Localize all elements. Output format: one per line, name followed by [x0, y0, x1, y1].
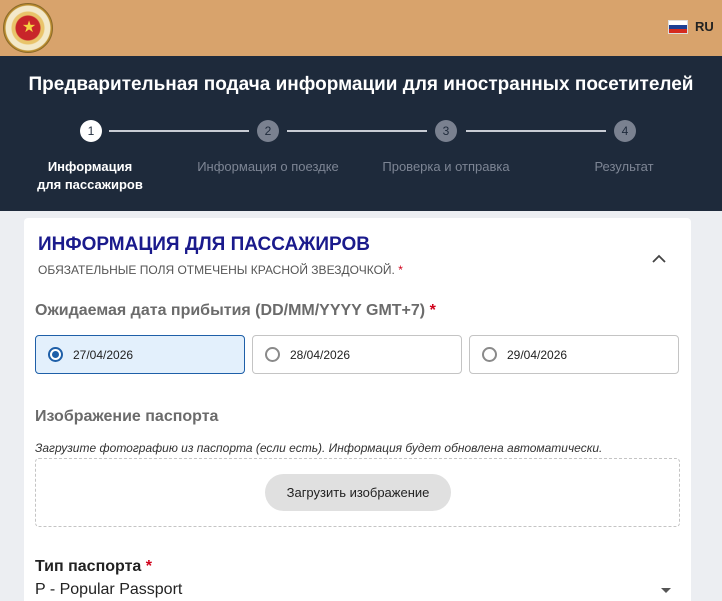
- section-title: ИНФОРМАЦИЯ ДЛЯ ПАССАЖИРОВ: [38, 234, 370, 255]
- radio-button[interactable]: [265, 347, 280, 362]
- required-asterisk: *: [145, 558, 152, 575]
- passenger-info-card: ИНФОРМАЦИЯ ДЛЯ ПАССАЖИРОВ ОБЯЗАТЕЛЬНЫЕ П…: [24, 218, 691, 601]
- required-asterisk: *: [398, 263, 403, 277]
- hero-banner: Предварительная подача информации для ин…: [0, 56, 722, 211]
- arrival-option-1[interactable]: 27/04/2026: [35, 335, 245, 374]
- step-4-label: Результат: [594, 159, 654, 174]
- page-title: Предварительная подача информации для ин…: [28, 74, 694, 95]
- stepper-connector: [466, 130, 606, 132]
- language-code[interactable]: RU: [695, 19, 714, 34]
- passport-dropzone[interactable]: Загрузить изображение: [35, 458, 680, 527]
- arrival-date-label: Ожидаемая дата прибытия (DD/MM/YYYY GMT+…: [35, 302, 436, 319]
- step-4-indicator: 4: [614, 120, 636, 142]
- emblem-star-icon: ★: [21, 17, 37, 36]
- arrival-option-3[interactable]: 29/04/2026: [469, 335, 679, 374]
- arrival-option-label: 27/04/2026: [73, 348, 134, 362]
- stepper-connector: [287, 130, 427, 132]
- radio-button[interactable]: [48, 347, 63, 362]
- stepper-connector: [109, 130, 249, 132]
- radio-button[interactable]: [482, 347, 497, 362]
- section-subtitle: ОБЯЗАТЕЛЬНЫЕ ПОЛЯ ОТМЕЧЕНЫ КРАСНОЙ ЗВЕЗД…: [38, 263, 403, 277]
- step-1-indicator: 1: [80, 120, 102, 142]
- passport-image-label: Изображение паспорта: [35, 408, 219, 425]
- step-3-label: Проверка и отправка: [382, 159, 510, 174]
- upload-image-button[interactable]: Загрузить изображение: [265, 474, 451, 511]
- caret-down-icon[interactable]: [661, 588, 671, 593]
- passport-type-label: Тип паспорта *: [35, 558, 152, 575]
- arrival-option-label: 29/04/2026: [507, 348, 568, 362]
- step-2-label: Информация о поездке: [197, 159, 339, 174]
- arrival-option-2[interactable]: 28/04/2026: [252, 335, 462, 374]
- top-bar: ★ RU: [0, 0, 722, 56]
- arrival-option-label: 28/04/2026: [290, 348, 351, 362]
- step-2-indicator: 2: [257, 120, 279, 142]
- immigration-emblem-icon[interactable]: ★: [3, 3, 53, 53]
- chevron-up-icon[interactable]: [650, 250, 668, 268]
- russia-flag-icon[interactable]: [668, 20, 688, 34]
- passport-type-select[interactable]: P - Popular Passport: [35, 581, 182, 599]
- required-asterisk: *: [429, 302, 436, 319]
- passport-image-hint: Загрузите фотографию из паспорта (если е…: [35, 441, 603, 455]
- step-1-label: Информация для пассажиров: [37, 159, 143, 192]
- step-3-indicator: 3: [435, 120, 457, 142]
